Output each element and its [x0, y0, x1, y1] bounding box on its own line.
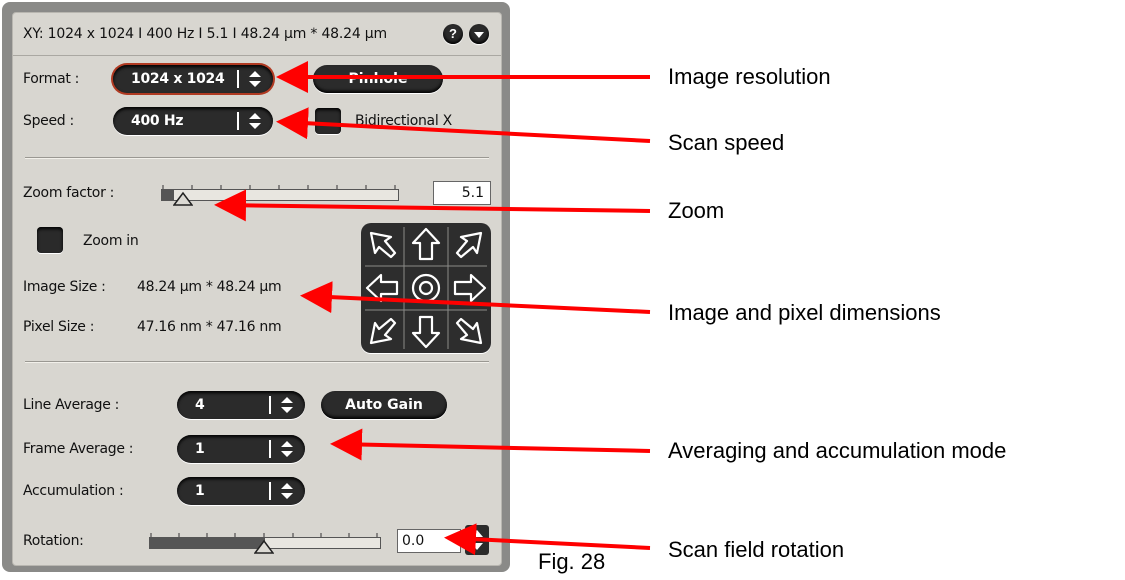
annotation-rotation: Scan field rotation: [668, 537, 845, 562]
arrow-image-pixel-dimensions: [300, 281, 651, 314]
annotation-averaging: Averaging and accumulation mode: [668, 438, 1007, 463]
arrow-averaging: [330, 428, 651, 461]
annotation-arrows: [214, 61, 651, 556]
annotation-scan-speed: Scan speed: [668, 130, 785, 155]
figure-caption: Fig. 28: [538, 549, 606, 574]
annotation-image-pixel-dimensions: Image and pixel dimensions: [668, 300, 941, 325]
arrow-zoom: [214, 189, 651, 222]
annotation-zoom: Zoom: [668, 198, 725, 223]
arrow-rotation: [444, 523, 651, 556]
arrow-scan-speed: [276, 107, 651, 143]
annotation-image-resolution: Image resolution: [668, 64, 831, 89]
